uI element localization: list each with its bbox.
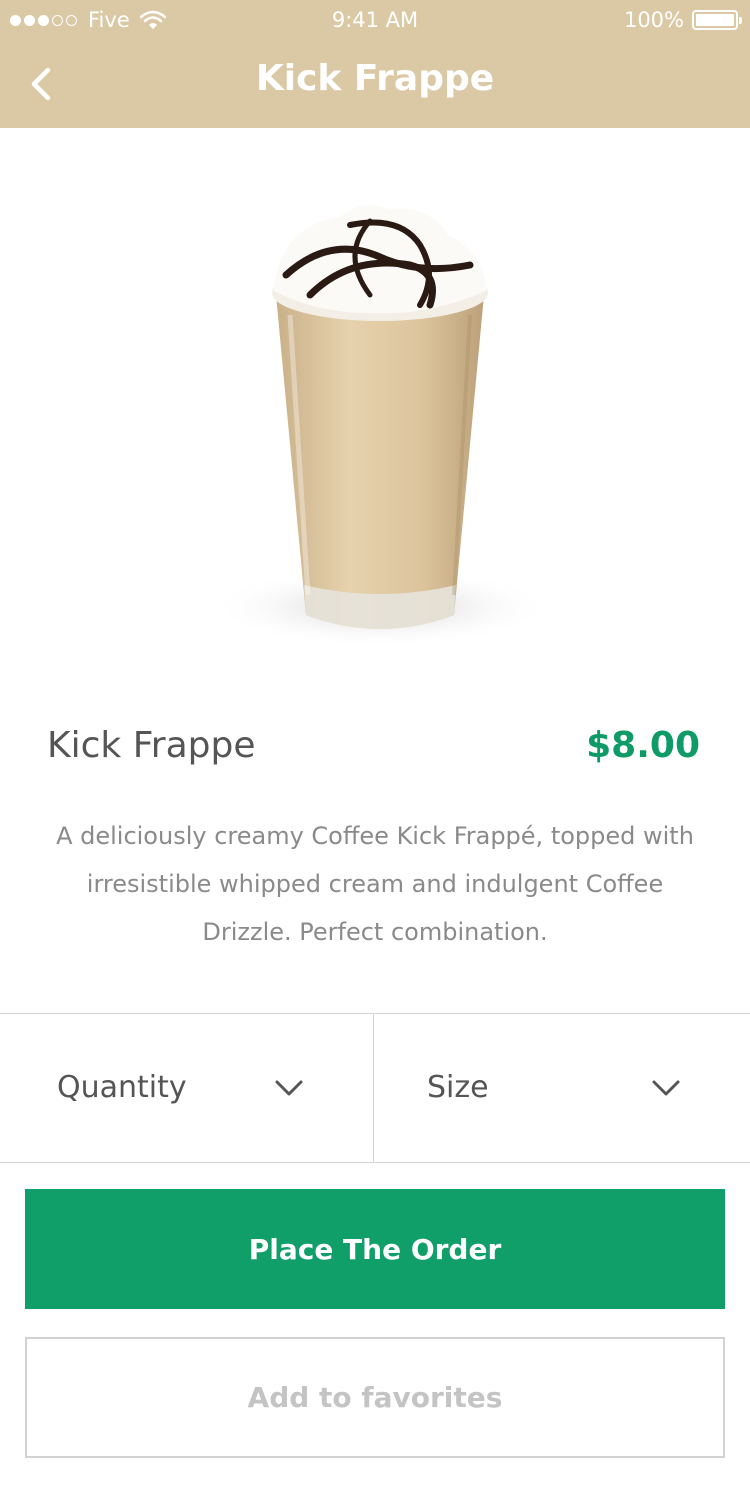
chevron-down-icon [275, 1080, 303, 1096]
product-name: Kick Frappe [47, 725, 256, 766]
chevron-down-icon [652, 1080, 680, 1096]
status-right: 100% [623, 8, 742, 32]
size-label: Size [427, 1070, 489, 1105]
size-dropdown[interactable]: Size [375, 1014, 750, 1162]
quantity-dropdown[interactable]: Quantity [0, 1014, 374, 1162]
status-bar: Five 9:41 AM 100% [0, 0, 750, 40]
product-description: A deliciously creamy Coffee Kick Frappé,… [56, 822, 694, 946]
battery-percentage: 100% [623, 8, 684, 32]
battery-icon [692, 10, 742, 30]
product-image [210, 205, 550, 647]
quantity-label: Quantity [57, 1070, 187, 1105]
place-order-button[interactable]: Place The Order [25, 1189, 725, 1309]
nav-header: Five 9:41 AM 100% Kick Frappe [0, 0, 750, 128]
page-title: Kick Frappe [255, 58, 495, 99]
options-row: Quantity Size [0, 1013, 750, 1163]
product-price: $8.00 [586, 725, 700, 766]
add-to-favorites-button[interactable]: Add to favorites [25, 1337, 725, 1458]
